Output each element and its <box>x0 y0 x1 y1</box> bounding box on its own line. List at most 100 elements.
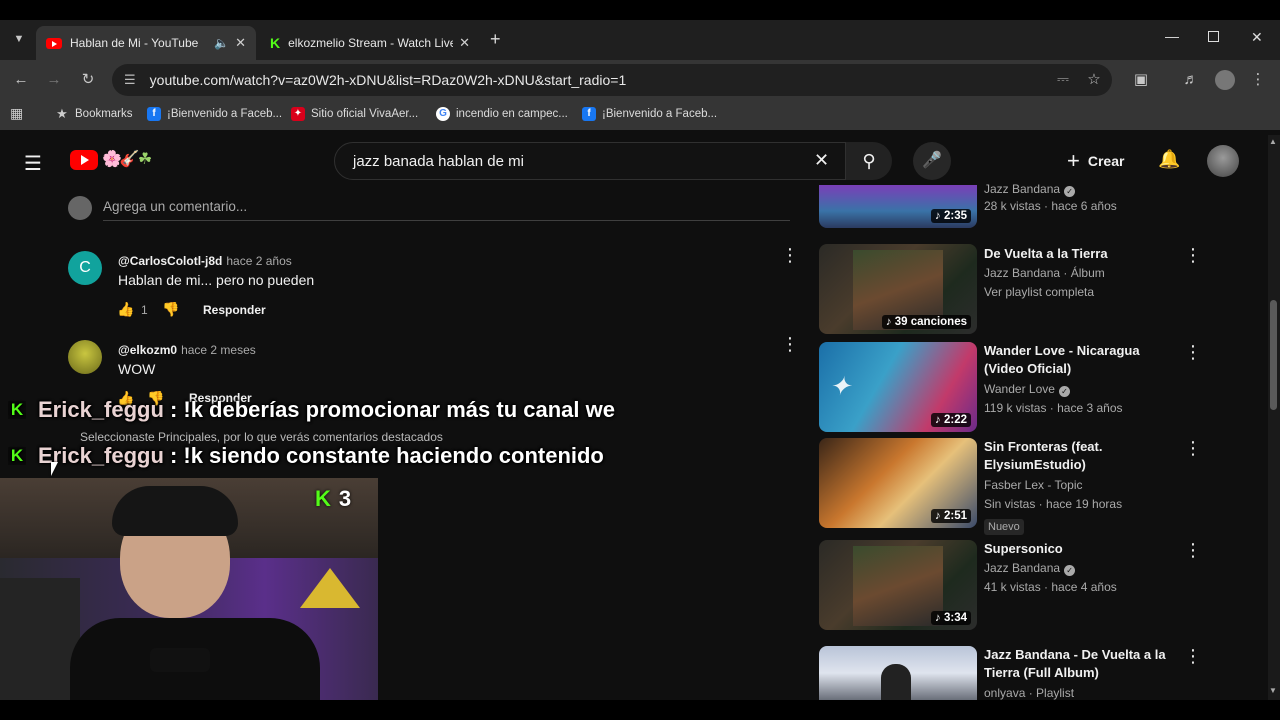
video-menu-icon[interactable]: ⋮ <box>1184 647 1202 665</box>
comment-time[interactable]: hace 2 meses <box>181 343 256 357</box>
kick-icon: K <box>8 447 26 465</box>
close-window-icon[interactable]: ✕ <box>1251 29 1263 46</box>
bookmark-item[interactable]: ★ Bookmarks <box>55 107 132 121</box>
extensions-icon[interactable]: ▣ <box>1130 69 1152 91</box>
hamburger-menu-icon[interactable]: ☰ <box>24 151 42 176</box>
video-menu-icon[interactable]: ⋮ <box>1184 439 1202 457</box>
channel-name: Jazz Bandana <box>984 561 1061 575</box>
video-meta[interactable]: Ver playlist completa <box>984 283 1094 302</box>
comment-header: @CarlosColotl-j8d hace 2 años <box>118 252 292 270</box>
site-settings-icon[interactable]: ☰ <box>124 72 136 88</box>
install-app-icon[interactable]: ⎓ <box>1052 69 1074 91</box>
tab-kick[interactable]: K elkozmelio Stream - Watch Live ✕ <box>260 26 480 60</box>
page-scrollbar[interactable] <box>1268 135 1280 700</box>
comment-author[interactable]: @CarlosColotl-j8d <box>118 254 222 268</box>
video-meta: Sin vistas · hace 19 horas <box>984 497 1123 511</box>
scrollbar-thumb[interactable] <box>1270 300 1277 410</box>
chat-message: K Erick_feggu : !k deberías promocionar … <box>8 397 615 423</box>
duration-badge: ♪ 2:51 <box>931 509 971 523</box>
video-title[interactable]: De Vuelta a la Tierra <box>984 245 1180 263</box>
verified-icon: ✓ <box>1058 386 1070 397</box>
video-meta: 28 k vistas · hace 6 años <box>984 199 1117 213</box>
comment-menu-icon[interactable]: ⋮ <box>781 335 799 353</box>
my-avatar <box>68 196 92 220</box>
close-tab-icon[interactable]: ✕ <box>235 35 246 51</box>
verified-icon: ✓ <box>1064 565 1076 576</box>
microphone-icon: 🎤 <box>922 152 942 169</box>
playlist-thumbnail[interactable]: ♪ 39 canciones <box>819 244 977 334</box>
back-icon[interactable]: ← <box>10 69 32 91</box>
tab-title: Hablan de Mi - YouTube <box>70 36 199 50</box>
reload-icon[interactable]: ↻ <box>77 69 99 91</box>
video-menu-icon[interactable]: ⋮ <box>1184 541 1202 559</box>
tab-search-chevron-icon[interactable]: ▼ <box>8 28 30 50</box>
chat-text: : !k deberías promocionar más tu canal w… <box>169 397 615 422</box>
video-channel[interactable]: Wander Love ✓ <box>984 380 1070 399</box>
video-title[interactable]: Jazz Bandana - De Vuelta a la Tierra (Fu… <box>984 646 1180 682</box>
comment-author[interactable]: @elkozm0 <box>118 343 177 357</box>
bookmark-star-icon[interactable]: ☆ <box>1083 69 1105 91</box>
facebook-icon: f <box>582 107 596 121</box>
create-button[interactable]: + Crear <box>1067 148 1131 173</box>
notifications-bell-icon[interactable]: 🔔 <box>1158 149 1180 170</box>
channel-name: Wander Love <box>984 382 1055 396</box>
forward-icon[interactable]: → <box>43 69 65 91</box>
video-thumbnail[interactable]: ♪ 3:34 <box>819 540 977 630</box>
avatar[interactable] <box>68 340 102 374</box>
video-thumbnail[interactable]: ♪ 2:35 <box>819 185 977 228</box>
video-channel[interactable]: Jazz Bandana ✓ <box>984 559 1076 578</box>
tab-youtube[interactable]: Hablan de Mi - YouTube 🔈 ✕ <box>36 26 256 60</box>
video-title[interactable]: Sin Fronteras (feat. ElysiumEstudio) <box>984 438 1180 474</box>
media-control-icon[interactable]: ♬ <box>1180 69 1202 91</box>
address-bar[interactable]: ☰ youtube.com/watch?v=az0W2h-xDNU&list=R… <box>112 64 1112 96</box>
video-title[interactable]: Wander Love - Nicaragua (Video Oficial) <box>984 342 1180 378</box>
duration-text: 3:34 <box>943 612 967 624</box>
clear-search-icon[interactable]: ✕ <box>814 150 829 171</box>
like-icon[interactable]: 👍 <box>117 301 134 318</box>
new-tab-icon[interactable]: + <box>490 29 501 50</box>
bookmark-item[interactable]: f ¡Bienvenido a Faceb... <box>147 107 282 121</box>
close-tab-icon[interactable]: ✕ <box>459 35 470 51</box>
duration-badge: ♪ 2:35 <box>931 209 971 223</box>
playlist-thumbnail[interactable] <box>819 646 977 700</box>
scroll-down-icon[interactable]: ▼ <box>1269 686 1277 695</box>
add-comment-input[interactable]: Agrega un comentario... <box>103 199 247 214</box>
thumbnail-figure <box>881 664 911 700</box>
video-title[interactable]: Supersonico <box>984 540 1180 558</box>
minimize-icon[interactable]: — <box>1165 28 1179 44</box>
duration-badge: ♪ 3:34 <box>931 611 971 625</box>
search-button[interactable]: ⚲ <box>846 142 892 180</box>
search-input[interactable]: jazz banada hablan de mi <box>334 142 846 180</box>
restore-icon[interactable] <box>1208 31 1219 42</box>
profile-avatar[interactable] <box>1215 70 1235 90</box>
chat-message: K Erick_feggu : !k siendo constante haci… <box>8 443 604 469</box>
video-channel[interactable]: Fasber Lex - Topic <box>984 476 1083 495</box>
chrome-menu-icon[interactable]: ⋮ <box>1247 69 1269 91</box>
avatar[interactable]: C <box>68 251 102 285</box>
plus-icon: + <box>1067 148 1080 173</box>
comment-time[interactable]: hace 2 años <box>226 254 291 268</box>
speaker-icon[interactable]: 🔈 <box>214 36 229 50</box>
video-thumbnail[interactable]: ✦ ♪ 2:22 <box>819 342 977 432</box>
video-menu-icon[interactable]: ⋮ <box>1184 246 1202 264</box>
youtube-logo[interactable] <box>70 150 98 170</box>
video-thumbnail[interactable]: ♪ 2:51 <box>819 438 977 528</box>
video-channel[interactable]: Jazz Bandana · Álbum <box>984 264 1105 283</box>
album-cover <box>853 546 943 626</box>
kick-icon: K <box>8 401 26 419</box>
voice-search-button[interactable]: 🎤 <box>913 142 951 180</box>
video-menu-icon[interactable]: ⋮ <box>1184 343 1202 361</box>
reply-button[interactable]: Responder <box>203 303 266 317</box>
apps-grid-icon[interactable]: ▦ <box>10 105 23 122</box>
duration-badge: ♪ 39 canciones <box>881 315 971 329</box>
scroll-up-icon[interactable]: ▲ <box>1269 137 1277 146</box>
bookmark-label: ¡Bienvenido a Faceb... <box>602 108 718 120</box>
dislike-icon[interactable]: 👎 <box>162 301 179 318</box>
account-avatar[interactable] <box>1207 145 1239 177</box>
bookmark-item[interactable]: ✦ Sitio oficial VivaAer... <box>291 107 418 121</box>
microphone <box>150 648 210 672</box>
bookmark-item[interactable]: f ¡Bienvenido a Faceb... <box>582 107 717 121</box>
bookmark-item[interactable]: Gincendio en campec... <box>436 107 568 121</box>
new-badge-label: Nuevo <box>984 519 1024 535</box>
comment-menu-icon[interactable]: ⋮ <box>781 246 799 264</box>
